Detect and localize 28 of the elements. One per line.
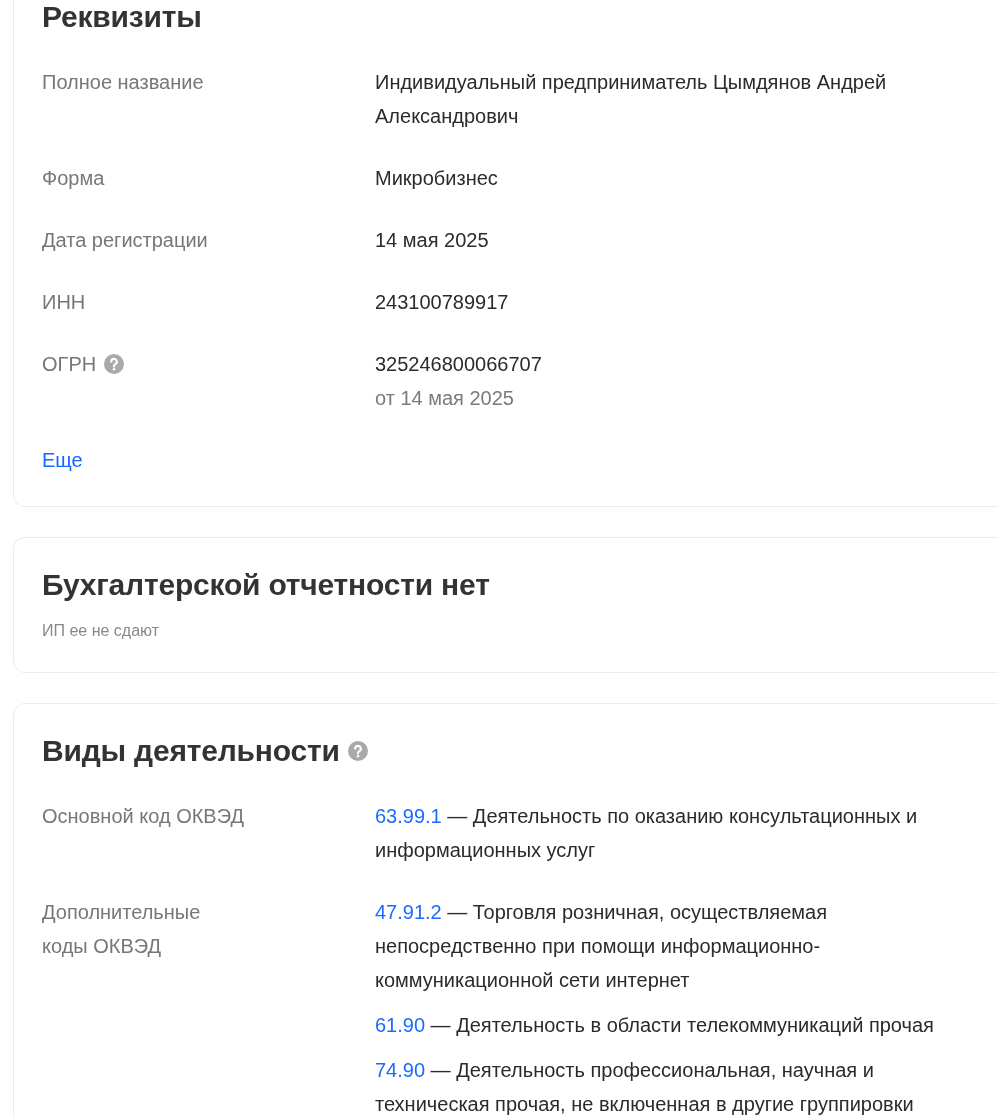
okved-code-link[interactable]: 61.90: [375, 1014, 426, 1036]
help-icon[interactable]: [104, 354, 125, 374]
help-icon[interactable]: [347, 741, 368, 761]
field-value: 243100789917: [375, 290, 509, 315]
field-value: 14 мая 2025: [375, 228, 489, 253]
okved-code-link[interactable]: 47.91.2: [375, 901, 442, 923]
field-label: Полное название: [42, 70, 204, 95]
activity-description: 63.99.1 — Деятельность по оказанию консультационных и информационных услуг: [375, 804, 919, 863]
section-subtitle: ИП ее не сдают: [42, 621, 160, 641]
field-value: Микробизнес: [375, 166, 498, 191]
section-title: Виды деятельности: [42, 733, 340, 769]
field-label: ИНН: [42, 290, 86, 315]
more-link[interactable]: Еще: [42, 443, 83, 477]
field-label: ОГРН: [42, 352, 97, 377]
field-value: Индивидуальный предприниматель Цымдянов Андрей Александрович: [375, 70, 888, 129]
okved-code-link[interactable]: 63.99.1: [375, 805, 442, 827]
section-title: Бухгалтерской отчетности нет: [42, 567, 490, 603]
okved-code-link[interactable]: 74.90: [375, 1059, 426, 1081]
field-label: Дата регистрации: [42, 228, 208, 253]
field-label: Дополнительные коды ОКВЭД: [42, 900, 202, 959]
field-label: Основной код ОКВЭД: [42, 804, 244, 829]
activity-description: 61.90 — Деятельность в области телекоммуникаций прочая: [375, 1013, 934, 1038]
activity-description: 74.90 — Деятельность профессиональная, научная и техническая прочая, не включенная в другие группировки: [375, 1058, 915, 1117]
field-note: от 14 мая 2025: [375, 386, 514, 411]
field-value: 325246800066707: [375, 352, 542, 377]
activity-description: 47.91.2 — Торговля розничная, осуществляемая непосредственно при помощи информационно-коммуникационной сети интернет: [375, 900, 829, 993]
field-label: Форма: [42, 166, 105, 191]
section-title: Реквизиты: [42, 0, 202, 35]
